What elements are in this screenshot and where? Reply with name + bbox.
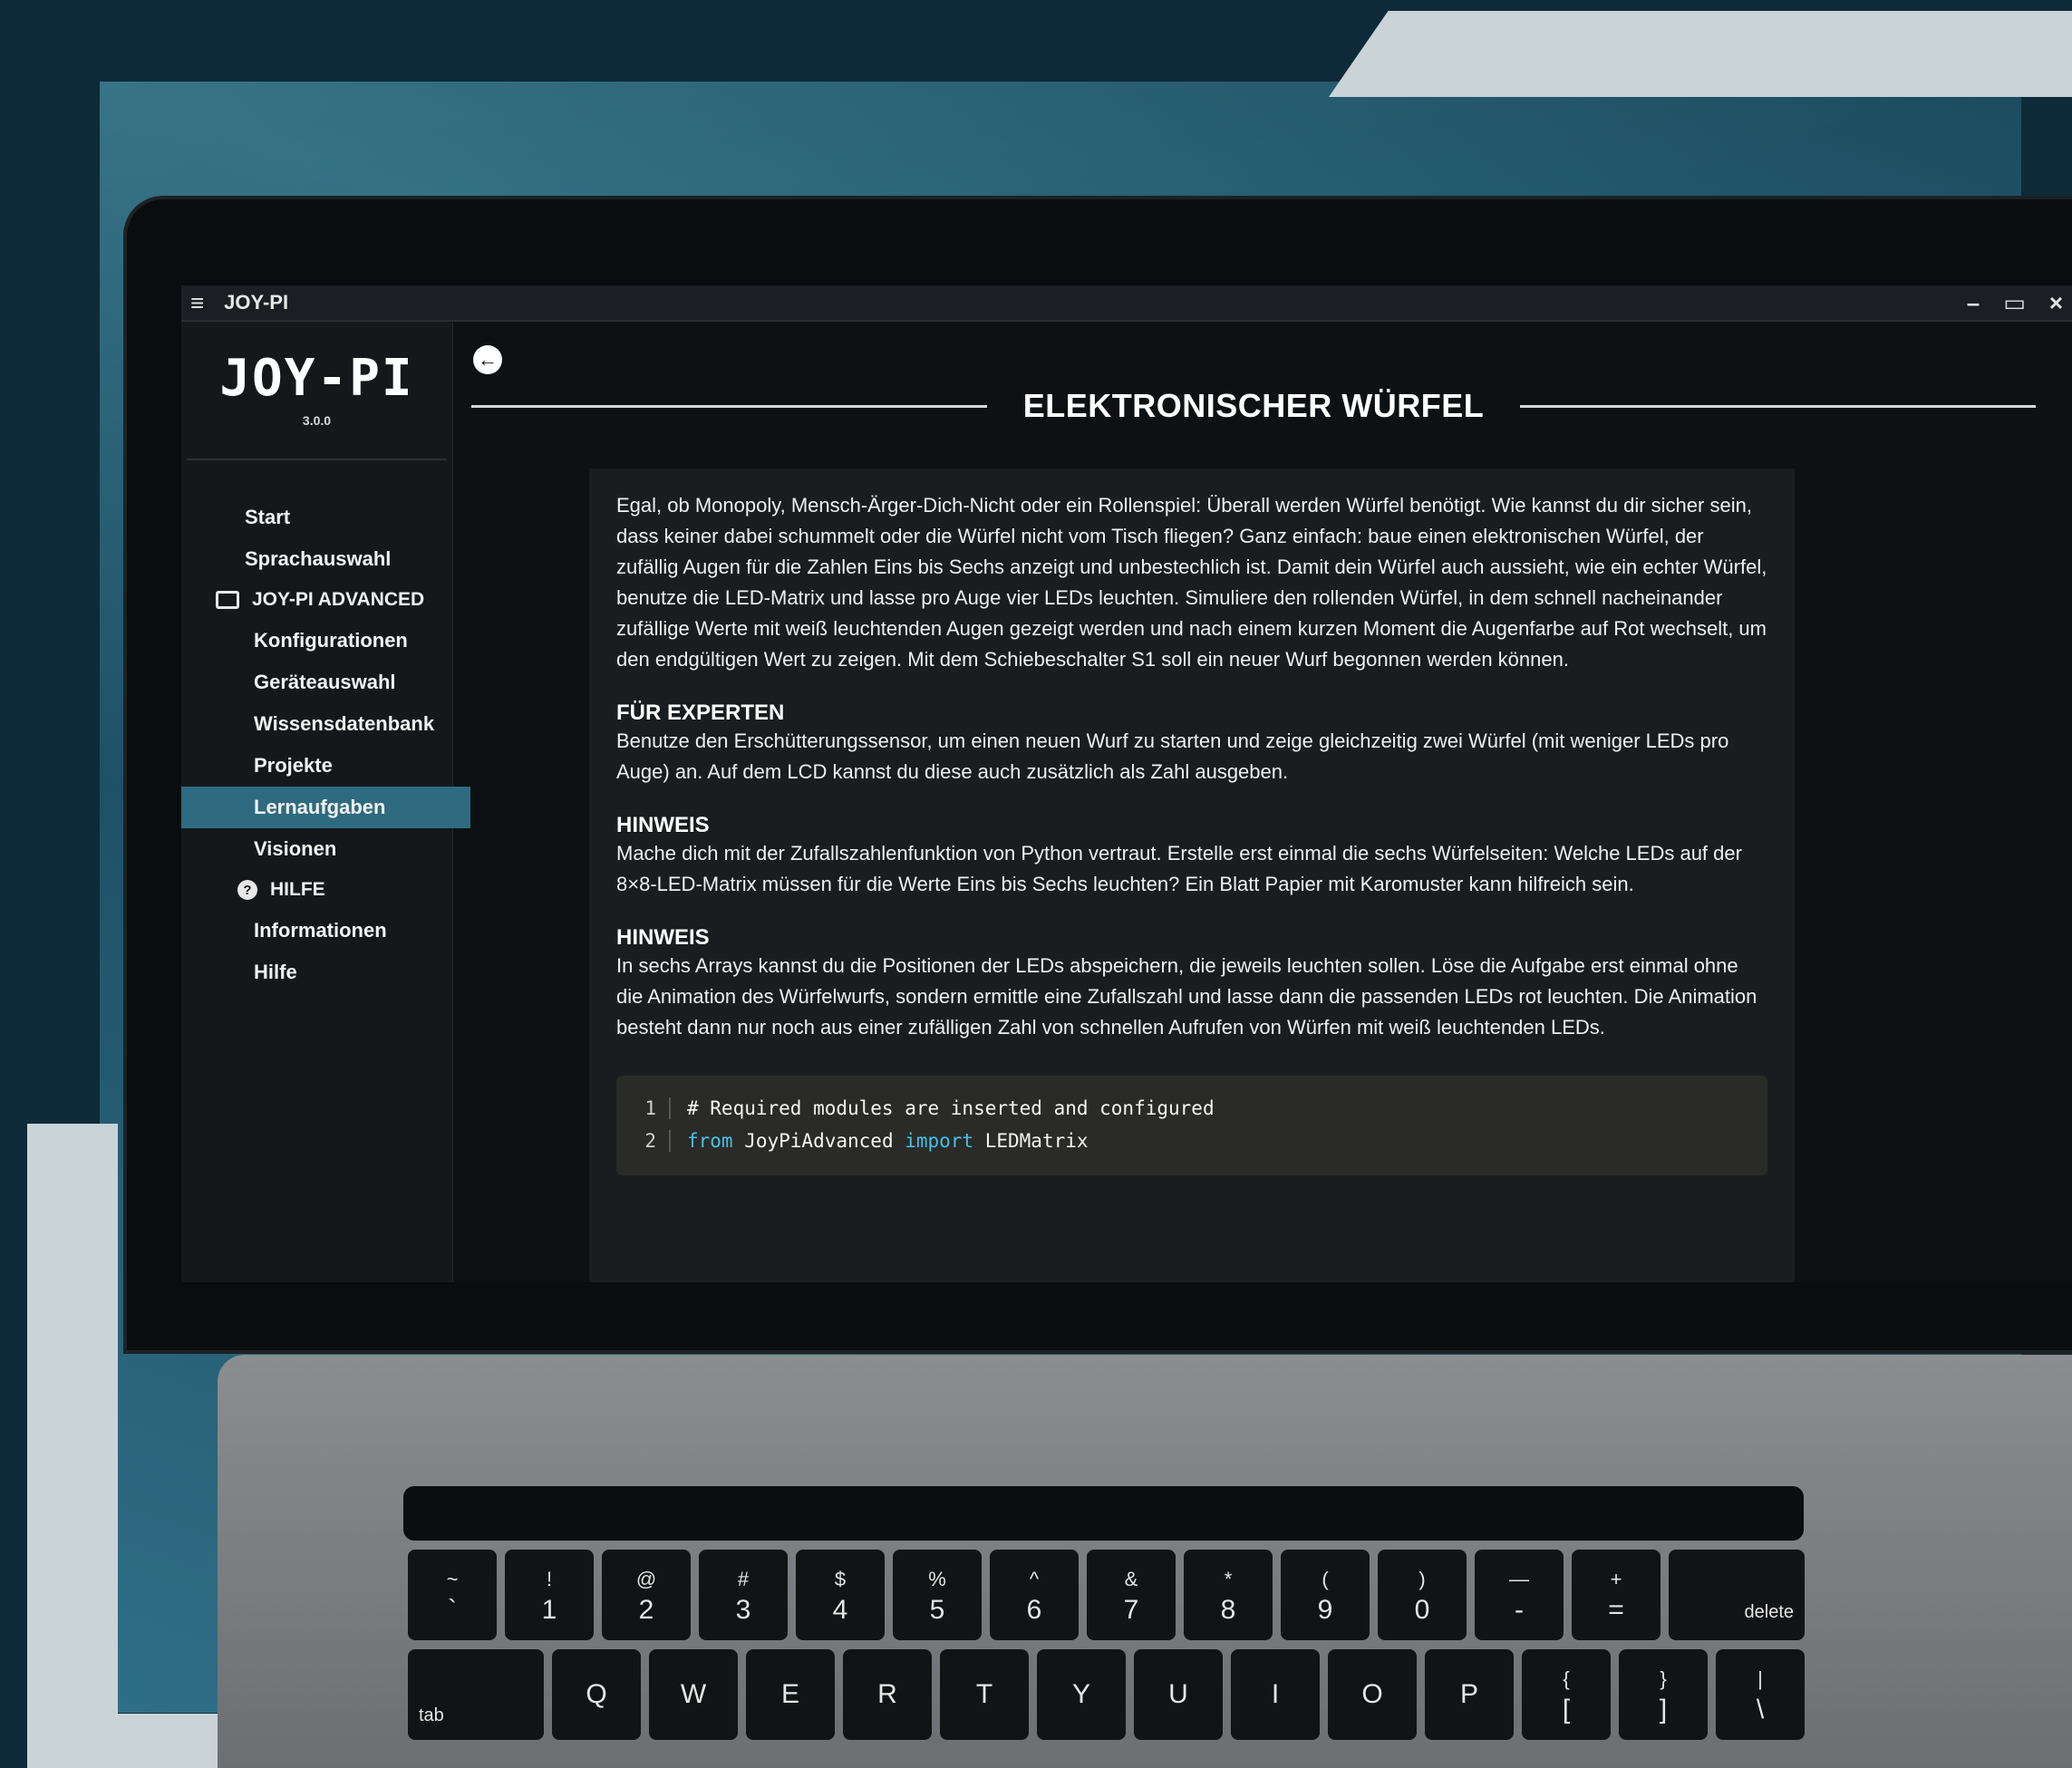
section-text: Benutze den Erschütterungssensor, um ein… xyxy=(616,729,1729,783)
code-keyword: from xyxy=(687,1130,733,1152)
key[interactable]: R xyxy=(843,1649,932,1740)
app-body: JOY-PI 3.0.0 Start Sprachauswahl JOY-PI … xyxy=(181,322,2072,1282)
code-line: 1 # Required modules are inserted and co… xyxy=(616,1092,1767,1125)
key-tab[interactable]: tab xyxy=(408,1649,544,1740)
key[interactable]: Y xyxy=(1037,1649,1126,1740)
sidebar-item-wissensdatenbank[interactable]: Wissensdatenbank xyxy=(181,703,452,745)
sidebar-group-advanced[interactable]: JOY-PI ADVANCED xyxy=(181,580,452,620)
restore-button[interactable]: ▭ xyxy=(2003,289,2026,317)
keyboard-row-qwerty: tab Q W E R T Y U I O P {[ }] | \ xyxy=(408,1649,1813,1740)
sidebar: JOY-PI 3.0.0 Start Sprachauswahl JOY-PI … xyxy=(181,322,470,1282)
section-heading: HINWEIS xyxy=(616,925,710,950)
sidebar-item-geraeteauswahl[interactable]: Geräteauswahl xyxy=(181,662,452,703)
sidebar-item-visionen[interactable]: Visionen xyxy=(181,828,452,870)
key-delete[interactable]: delete xyxy=(1669,1550,1805,1640)
touch-bar xyxy=(403,1486,1804,1541)
sidebar-item-sprachauswahl[interactable]: Sprachauswahl xyxy=(181,538,452,580)
key[interactable]: ) 0 xyxy=(1378,1550,1467,1640)
key[interactable]: * 8 xyxy=(1184,1550,1273,1640)
code-module: JoyPiAdvanced xyxy=(732,1130,905,1152)
section-text: In sechs Arrays kannst du die Positionen… xyxy=(616,954,1757,1039)
key[interactable]: Q xyxy=(552,1649,641,1740)
section-heading: FÜR EXPERTEN xyxy=(616,700,785,725)
key[interactable]: | \ xyxy=(1716,1649,1805,1740)
content-card: Egal, ob Monopoly, Mensch-Ärger-Dich-Nic… xyxy=(589,469,1795,1282)
minimize-button[interactable]: – xyxy=(1967,289,1980,317)
title-divider-right xyxy=(1520,404,2036,408)
close-button[interactable]: × xyxy=(2049,289,2063,317)
sidebar-group-help[interactable]: ? HILFE xyxy=(181,870,452,910)
key[interactable]: ~ ` xyxy=(408,1550,497,1640)
sidebar-group-label: JOY-PI ADVANCED xyxy=(252,589,425,610)
line-number: 2 xyxy=(616,1130,671,1152)
key[interactable]: + = xyxy=(1572,1550,1661,1640)
key[interactable]: ! 1 xyxy=(505,1550,594,1640)
sidebar-item-konfigurationen[interactable]: Konfigurationen xyxy=(181,620,452,662)
key[interactable]: E xyxy=(746,1649,835,1740)
code-comment: # Required modules are inserted and conf… xyxy=(687,1097,1215,1119)
code-keyword: import xyxy=(905,1130,974,1152)
background-shape xyxy=(1329,11,2072,97)
keyboard-row-numbers: ~ ` ! 1 @2 #3 $4 % 5 ^ 6 & 7 * 8 (9 ) 0 — - + = d… xyxy=(408,1550,1813,1640)
key[interactable]: % 5 xyxy=(893,1550,982,1640)
key[interactable]: }] xyxy=(1619,1649,1708,1740)
code-source: from JoyPiAdvanced import LEDMatrix xyxy=(671,1130,1089,1152)
code-line: 2 from JoyPiAdvanced import LEDMatrix xyxy=(616,1125,1767,1157)
key[interactable]: I xyxy=(1231,1649,1320,1740)
background-shape xyxy=(27,1124,118,1758)
hamburger-menu-icon[interactable]: ≡ xyxy=(190,289,204,317)
key[interactable]: (9 xyxy=(1281,1550,1370,1640)
app-window: ≡ JOY-PI – ▭ × JOY-PI 3.0.0 Start Sprach… xyxy=(181,285,2072,1282)
sidebar-divider xyxy=(187,459,447,460)
key[interactable]: #3 xyxy=(699,1550,788,1640)
key[interactable]: & 7 xyxy=(1087,1550,1176,1640)
sidebar-item-informationen[interactable]: Informationen xyxy=(181,910,452,952)
key[interactable]: U xyxy=(1134,1649,1223,1740)
key[interactable]: O xyxy=(1328,1649,1417,1740)
page-title: ELEKTRONISCHER WÜRFEL xyxy=(1022,387,1485,424)
key[interactable]: W xyxy=(649,1649,738,1740)
sidebar-item-hilfe[interactable]: Hilfe xyxy=(181,952,452,993)
code-name: LEDMatrix xyxy=(973,1130,1089,1152)
main-content: ← ELEKTRONISCHER WÜRFEL Egal, ob Monopol… xyxy=(453,322,2072,1282)
key[interactable]: T xyxy=(940,1649,1029,1740)
sidebar-item-start[interactable]: Start xyxy=(181,497,452,538)
title-divider-left xyxy=(471,404,987,408)
app-version: 3.0.0 xyxy=(302,413,332,428)
section-heading: HINWEIS xyxy=(616,813,710,837)
sidebar-group-label: HILFE xyxy=(270,879,325,900)
back-arrow-icon[interactable]: ← xyxy=(473,345,502,374)
device-icon xyxy=(216,591,239,609)
window-title: JOY-PI xyxy=(224,291,289,314)
sidebar-item-lernaufgaben[interactable]: Lernaufgaben xyxy=(181,787,470,828)
key[interactable]: $4 xyxy=(796,1550,885,1640)
title-bar: ≡ JOY-PI – ▭ × xyxy=(181,285,2072,322)
key[interactable]: {[ xyxy=(1522,1649,1611,1740)
page-title-row: ELEKTRONISCHER WÜRFEL xyxy=(471,387,2036,425)
line-number: 1 xyxy=(616,1097,671,1119)
help-icon: ? xyxy=(237,880,257,900)
section-text: Mache dich mit der Zufallszahlenfunktion… xyxy=(616,842,1742,895)
key[interactable]: @2 xyxy=(602,1550,691,1640)
key[interactable]: P xyxy=(1425,1649,1514,1740)
key[interactable]: — - xyxy=(1475,1550,1564,1640)
intro-text: Egal, ob Monopoly, Mensch-Ärger-Dich-Nic… xyxy=(616,494,1767,671)
sidebar-item-projekte[interactable]: Projekte xyxy=(181,745,452,787)
code-block[interactable]: 1 # Required modules are inserted and co… xyxy=(616,1076,1767,1175)
key[interactable]: ^ 6 xyxy=(990,1550,1079,1640)
app-logo: JOY-PI xyxy=(219,349,414,408)
